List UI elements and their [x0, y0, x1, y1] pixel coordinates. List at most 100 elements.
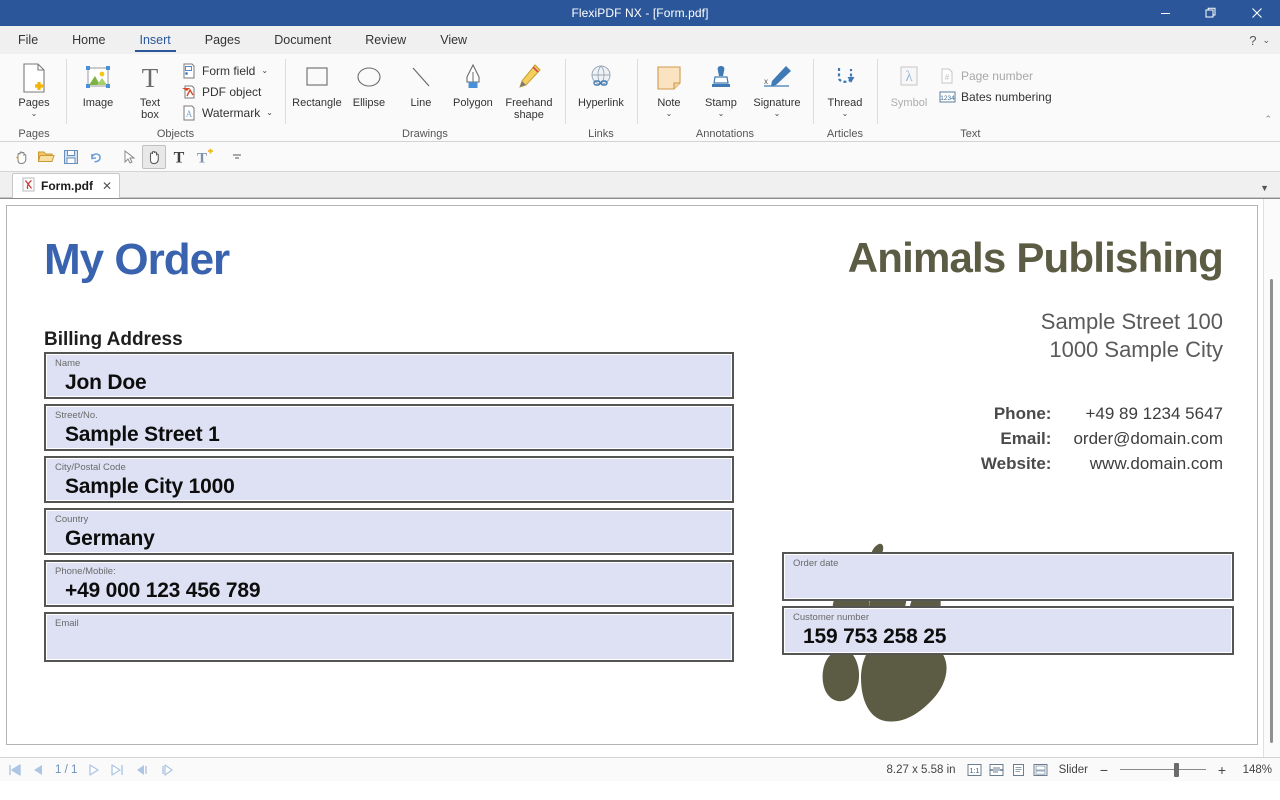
signature-button[interactable]: x Signature ⌄	[747, 57, 807, 119]
page-number-button[interactable]: # Page number	[935, 65, 1058, 86]
watermark-chevron-down-icon[interactable]: ⌄	[266, 108, 273, 117]
first-page-icon[interactable]	[6, 761, 24, 779]
fit-width-icon[interactable]	[987, 761, 1006, 779]
hyperlink-button-label: Hyperlink	[578, 97, 624, 109]
pdf-object-label: PDF object	[202, 85, 261, 99]
freehand-shape-button[interactable]: Freehand shape	[499, 57, 559, 122]
minimize-button[interactable]	[1142, 0, 1188, 26]
tab-document[interactable]: Document	[257, 26, 348, 54]
text-tool-icon[interactable]: T	[167, 145, 191, 169]
single-page-icon[interactable]	[1009, 761, 1028, 779]
form-field-order-date-label: Order date	[793, 558, 1223, 570]
ribbon-group-links: Hyperlink Links	[565, 54, 637, 142]
actual-size-icon[interactable]: 1:1	[965, 761, 984, 779]
rectangle-button[interactable]: Rectangle	[291, 57, 343, 110]
form-field-chevron-down-icon[interactable]: ⌄	[261, 66, 268, 75]
thread-chevron-down-icon[interactable]: ⌄	[842, 110, 849, 118]
form-field-email[interactable]: Email	[44, 612, 734, 662]
pages-button[interactable]: Pages ⌄	[8, 57, 60, 119]
add-text-icon[interactable]: T	[192, 145, 216, 169]
company-address-line-1: Sample Street 100	[1041, 308, 1223, 336]
line-button-label: Line	[411, 97, 432, 109]
zoom-percentage[interactable]: 148%	[1238, 764, 1272, 776]
page-number-label: Page number	[961, 69, 1033, 83]
contact-key-website: Website:	[981, 451, 1074, 476]
form-field-name[interactable]: Name Jon Doe	[44, 352, 734, 399]
ribbon-collapse-chevron-icon[interactable]: ⌃	[1264, 114, 1272, 125]
symbol-button[interactable]: λ Symbol	[883, 57, 935, 110]
undo-icon[interactable]	[84, 145, 108, 169]
form-field-phone[interactable]: Phone/Mobile: +49 000 123 456 789	[44, 560, 734, 607]
line-icon	[405, 61, 437, 95]
continuous-page-icon[interactable]	[1031, 761, 1050, 779]
thread-button[interactable]: Thread ⌄	[819, 57, 871, 119]
pan-hand-icon[interactable]	[142, 145, 166, 169]
ribbon-group-drawings: Rectangle Ellipse Line	[285, 54, 565, 142]
document-tabs-overflow-icon[interactable]: ▼	[1260, 183, 1280, 197]
document-tab-form-pdf[interactable]: Form.pdf ✕	[12, 173, 120, 198]
zoom-slider-thumb[interactable]	[1174, 763, 1179, 777]
zoom-out-button[interactable]: −	[1097, 762, 1111, 778]
tab-pages[interactable]: Pages	[188, 26, 257, 54]
form-field-customer-number[interactable]: Customer number 159 753 258 25	[782, 606, 1234, 655]
previous-view-icon[interactable]	[134, 761, 152, 779]
ellipse-button[interactable]: Ellipse	[343, 57, 395, 110]
zoom-slider[interactable]	[1120, 761, 1206, 779]
text-box-button[interactable]: T Text box	[124, 57, 176, 122]
page-navigation: 1 / 1	[6, 761, 175, 779]
tab-home[interactable]: Home	[55, 26, 122, 54]
line-button[interactable]: Line	[395, 57, 447, 110]
group-label-text: Text	[883, 126, 1058, 142]
svg-text:A: A	[185, 109, 192, 119]
stamp-chevron-down-icon[interactable]: ⌄	[718, 110, 725, 118]
tab-view[interactable]: View	[423, 26, 484, 54]
zoom-in-button[interactable]: +	[1215, 762, 1229, 778]
select-arrow-icon[interactable]	[117, 145, 141, 169]
pdf-object-button[interactable]: PDF object	[176, 81, 279, 102]
svg-text:1234: 1234	[940, 95, 955, 102]
prev-page-icon[interactable]	[29, 761, 47, 779]
note-button[interactable]: Note ⌄	[643, 57, 695, 119]
tab-file[interactable]: File	[0, 26, 55, 54]
bates-numbering-button[interactable]: 1234 Bates numbering	[935, 86, 1058, 107]
page-indicator[interactable]: 1 / 1	[52, 764, 80, 776]
form-field-country[interactable]: Country Germany	[44, 508, 734, 555]
open-folder-icon[interactable]	[34, 145, 58, 169]
help-chevron-down-icon[interactable]: ⌄	[1262, 35, 1270, 46]
image-button[interactable]: Image	[72, 57, 124, 110]
vertical-scrollbar-thumb[interactable]	[1270, 279, 1273, 743]
note-chevron-down-icon[interactable]: ⌄	[666, 110, 673, 118]
tab-insert[interactable]: Insert	[123, 26, 188, 54]
hyperlink-button[interactable]: Hyperlink	[571, 57, 631, 110]
help-area: ? ⌄	[1249, 26, 1280, 54]
help-icon[interactable]: ?	[1249, 33, 1256, 48]
maximize-restore-button[interactable]	[1188, 0, 1234, 26]
close-button[interactable]	[1234, 0, 1280, 26]
next-page-icon[interactable]	[85, 761, 103, 779]
svg-text:T: T	[196, 150, 206, 166]
hand-grab-icon[interactable]	[9, 145, 33, 169]
stamp-button[interactable]: Stamp ⌄	[695, 57, 747, 119]
last-page-icon[interactable]	[108, 761, 126, 779]
save-icon[interactable]	[59, 145, 83, 169]
tab-review[interactable]: Review	[348, 26, 423, 54]
qat-overflow-icon[interactable]	[225, 145, 249, 169]
vertical-scrollbar[interactable]	[1263, 199, 1280, 757]
watermark-label: Watermark	[202, 106, 260, 120]
form-field-button[interactable]: Form field ⌄	[176, 60, 279, 81]
polygon-button[interactable]: Polygon	[447, 57, 499, 110]
ribbon-group-annotations: Note ⌄ Stamp ⌄	[637, 54, 813, 142]
group-label-annotations: Annotations	[643, 126, 807, 142]
next-view-icon[interactable]	[157, 761, 175, 779]
signature-chevron-down-icon[interactable]: ⌄	[774, 110, 781, 118]
form-field-city[interactable]: City/Postal Code Sample City 1000	[44, 456, 734, 503]
form-field-country-label: Country	[55, 514, 723, 526]
pdf-page[interactable]: My Order Animals Publishing Sample Stree…	[6, 205, 1258, 745]
close-icon[interactable]: ✕	[102, 179, 112, 193]
pages-chevron-down-icon[interactable]: ⌄	[31, 110, 38, 118]
watermark-button[interactable]: A Watermark ⌄	[176, 102, 279, 123]
form-field-order-date[interactable]: Order date	[782, 552, 1234, 601]
text-small-buttons: # Page number 1234 Bates numbering	[935, 57, 1058, 107]
status-right-group: 8.27 x 5.58 in 1:1 Slider − + 148%	[887, 761, 1272, 779]
form-field-street[interactable]: Street/No. Sample Street 1	[44, 404, 734, 451]
